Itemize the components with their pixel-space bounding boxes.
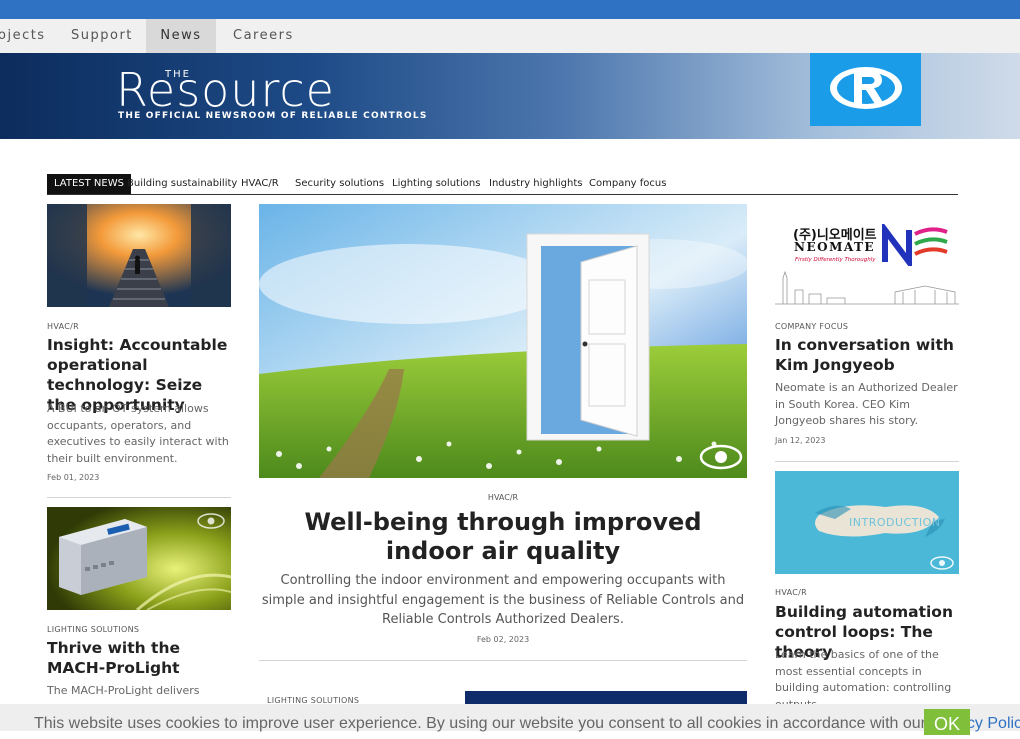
tab-security-solutions[interactable]: Security solutions [295,174,384,194]
tab-company-focus[interactable]: Company focus [589,174,666,194]
nav-item-news[interactable]: News [146,19,216,53]
tab-building-sustainability[interactable]: Building sustainability [127,174,237,194]
divider [47,497,231,498]
neomate-tagline: Firstly Differently Thoroughly [795,257,876,263]
hero-title[interactable]: Well-being through improved indoor air q… [259,508,747,566]
tab-industry-highlights[interactable]: Industry highlights [489,174,583,194]
reliable-controls-logo[interactable] [810,53,921,126]
divider [259,660,747,661]
article-category[interactable]: HVAC/R [47,322,79,331]
hero-date: Feb 02, 2023 [476,635,530,644]
neomate-logo-icon [882,224,948,266]
introduction-label: INTRODUCTION [849,516,941,529]
logo-title[interactable]: Resource [116,67,335,113]
article-image-mach-prolight[interactable] [47,507,231,610]
neomate-brand: NEOMATE [794,240,876,254]
cookie-text: This website uses cookies to improve use… [34,715,927,732]
tab-latest-news[interactable]: LATEST NEWS [47,174,131,194]
article-title[interactable]: In conversation with Kim Jongyeob [775,335,959,375]
article-image-staircase[interactable] [47,204,231,307]
article-date: Jan 12, 2023 [775,436,826,445]
article-description: Neomate is an Authorized Dealer in South… [775,381,958,427]
cookie-ok-button[interactable]: OK [924,709,970,735]
category-tabs: LATEST NEWS Building sustainability HVAC… [47,174,958,195]
hero-image-door[interactable] [259,204,747,478]
resource-banner: THE Resource THE OFFICIAL NEWSROOM OF RE… [0,53,1020,139]
article-category[interactable]: LIGHTING SOLUTIONS [47,625,139,634]
nav-item-careers[interactable]: Careers [233,19,294,53]
article-image-lighting[interactable] [465,691,747,704]
article-category[interactable]: HVAC/R [775,588,807,597]
article-title[interactable]: Thrive with the MACH-ProLight [47,638,231,678]
r-logo-icon [830,67,902,109]
nav-item-projects[interactable]: ojects [0,19,58,53]
tab-lighting-solutions[interactable]: Lighting solutions [392,174,480,194]
article-image-neomate[interactable]: (주)니오메이트 NEOMATE Firstly Differently Tho… [775,204,959,307]
tab-hvacr[interactable]: HVAC/R [241,174,279,194]
main-nav: ojects Support News Careers [0,19,1020,53]
logo-subtitle: THE OFFICIAL NEWSROOM OF RELIABLE CONTRO… [118,111,428,121]
nav-item-support[interactable]: Support [71,19,133,53]
article-date: Feb 01, 2023 [47,473,100,482]
article-description: A BUI to an OT system allows occupants, … [47,402,229,465]
divider [775,461,959,462]
article-category[interactable]: COMPANY FOCUS [775,322,848,331]
cookie-message: This website uses cookies to improve use… [34,715,1020,733]
top-accent-bar [0,0,1020,19]
hero-description: Controlling the indoor environment and e… [261,573,745,627]
hero-category[interactable]: HVAC/R [259,493,747,502]
article-image-introduction[interactable]: INTRODUCTION [775,471,959,574]
cookie-banner: This website uses cookies to improve use… [0,704,1020,735]
skyline-drawing [775,270,959,305]
article-description: The MACH-ProLight delivers [47,684,200,697]
